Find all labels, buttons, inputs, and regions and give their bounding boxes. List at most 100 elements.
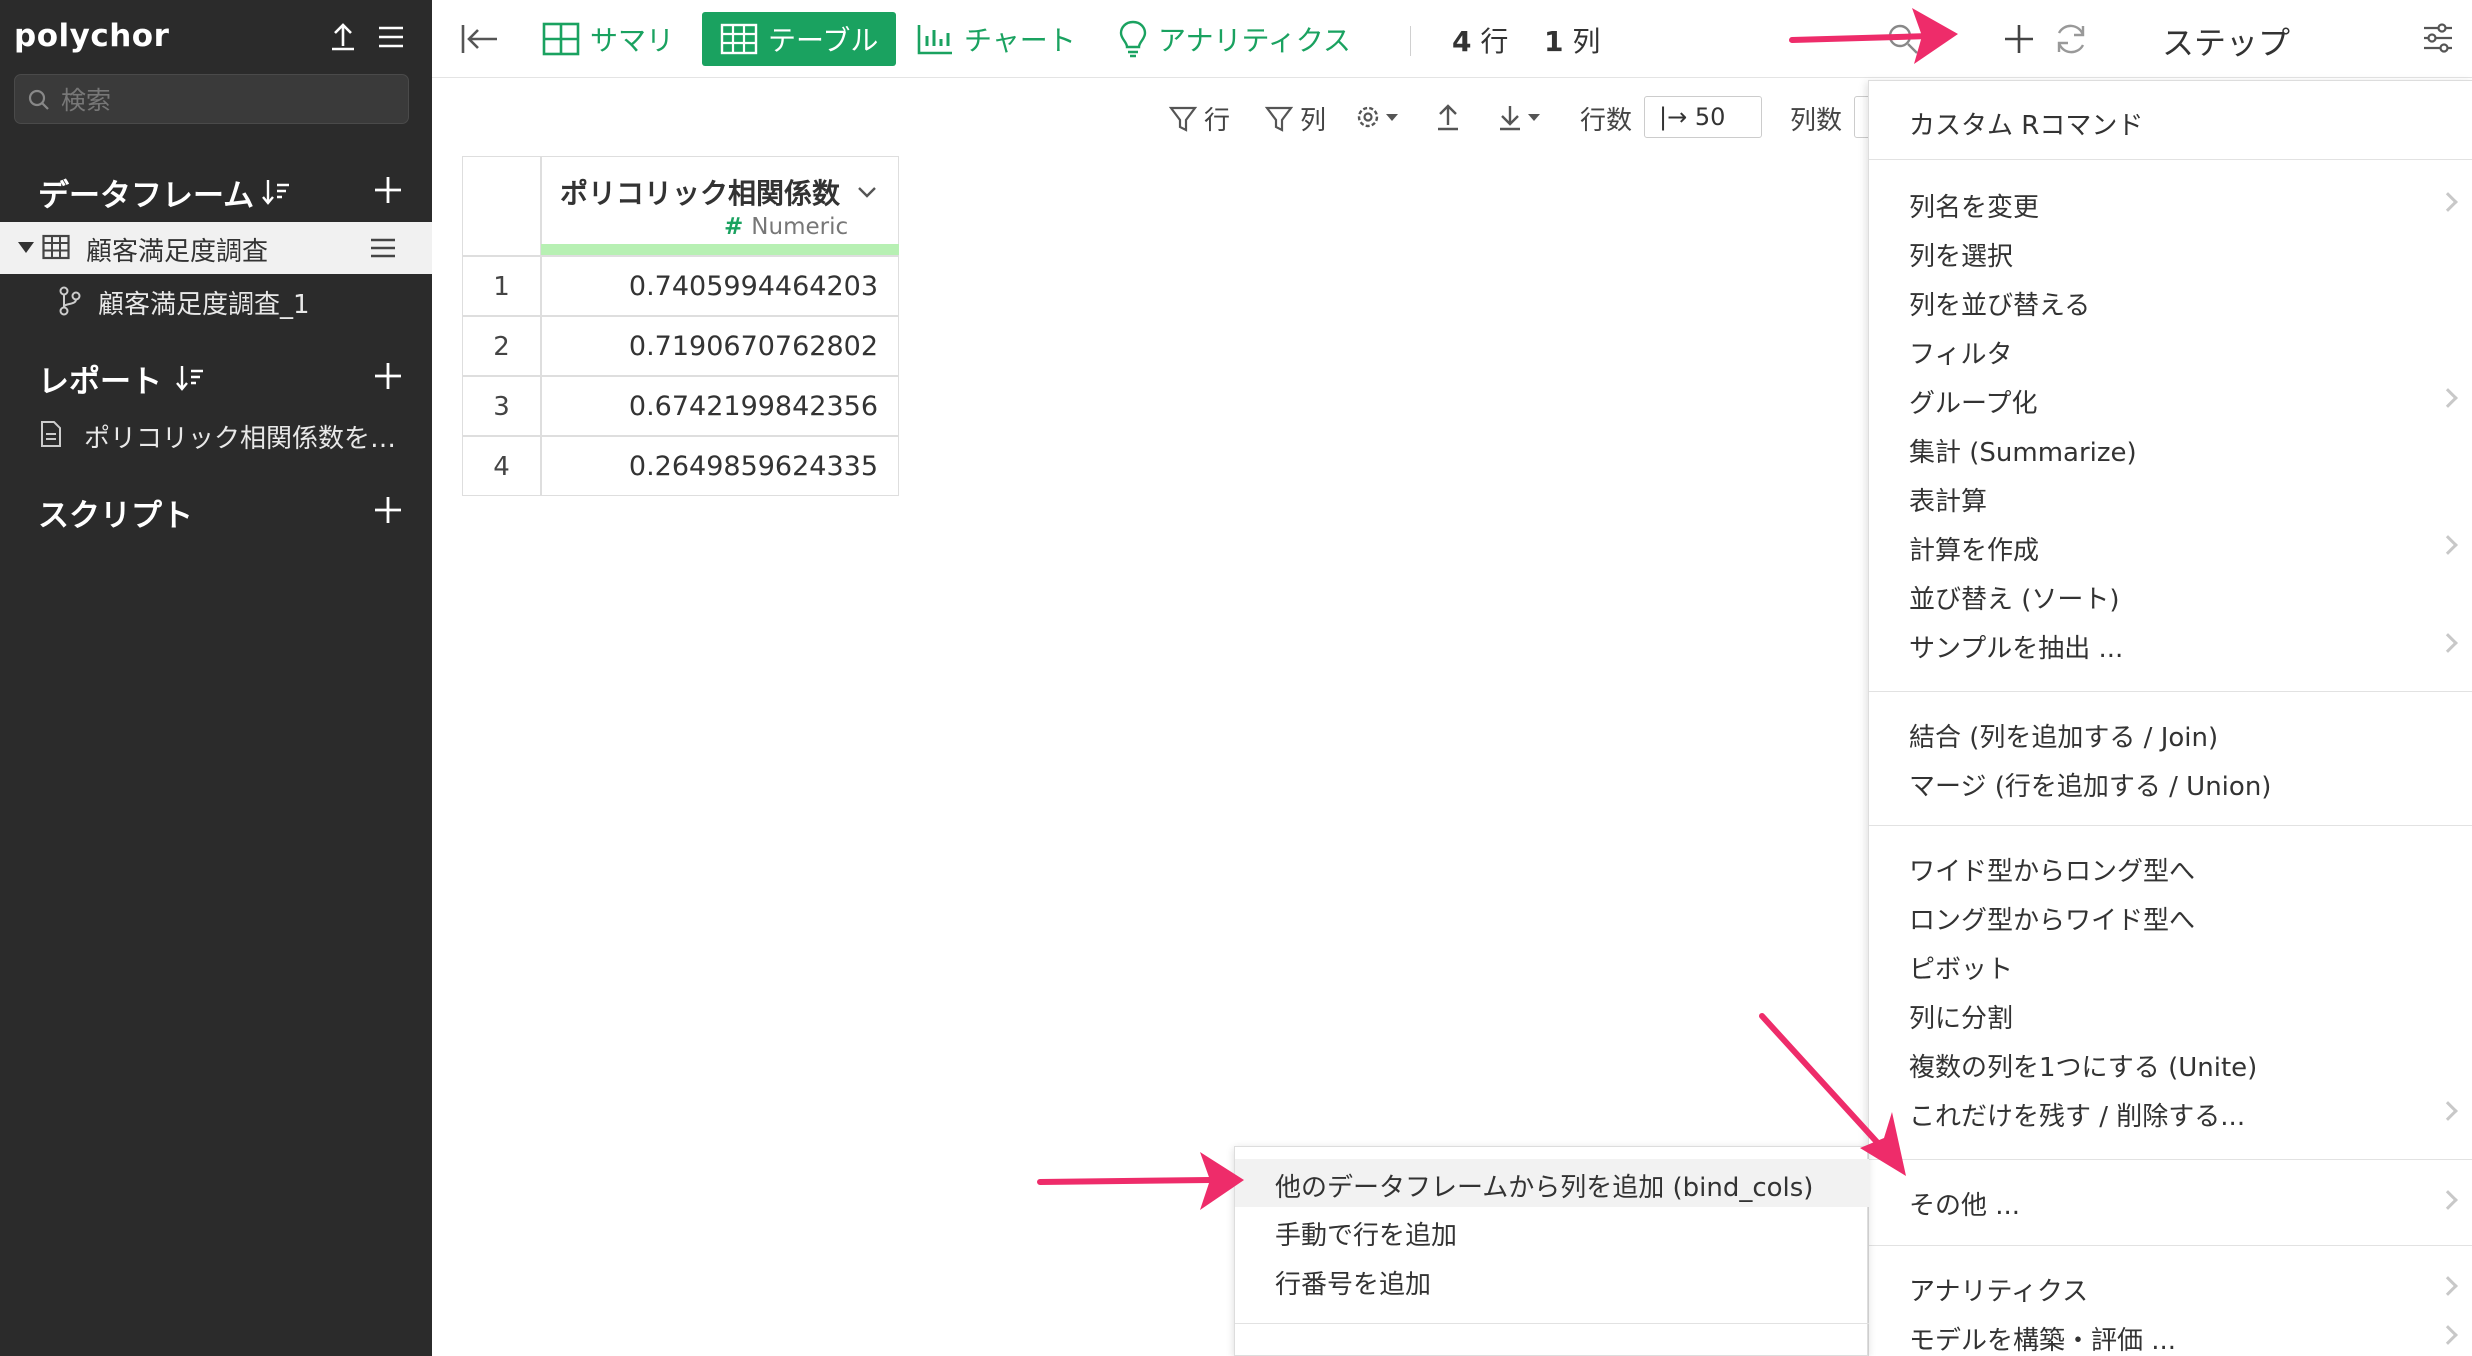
rows-input[interactable]: |→ 50: [1644, 96, 1762, 138]
add-dataframe-icon[interactable]: [372, 174, 404, 206]
filter-rows-button[interactable]: 行: [1168, 100, 1230, 137]
chevron-right-icon: [2438, 633, 2458, 653]
row-number: 2: [462, 316, 541, 376]
menu-item-other[interactable]: その他 ...: [1909, 1185, 2020, 1222]
menu-item-model[interactable]: モデルを構築・評価 ...: [1909, 1320, 2176, 1356]
sidebar-search[interactable]: [14, 74, 409, 124]
tab-summary[interactable]: サマリ: [542, 12, 674, 66]
menu-divider: [1869, 691, 2472, 692]
menu-divider: [1869, 1245, 2472, 1246]
collapse-sidebar-icon[interactable]: [460, 22, 500, 56]
rows-label: 行数: [1580, 106, 1633, 136]
branch-item[interactable]: 顧客満足度調査_1: [0, 274, 432, 326]
menu-item-wide-to-long[interactable]: ワイド型からロング型へ: [1909, 851, 2195, 888]
menu-divider: [1869, 825, 2472, 826]
column-count-unit: 列: [1572, 25, 1601, 58]
refresh-icon[interactable]: [2052, 20, 2090, 58]
menu-divider: [1869, 159, 2472, 160]
sidebar-header: polychor: [0, 0, 432, 76]
menu-item-keep-remove[interactable]: これだけを残す / 削除する...: [1909, 1096, 2245, 1133]
filter-icon: [1168, 106, 1198, 132]
submenu-item-add-rows[interactable]: 手動で行を追加: [1275, 1215, 1457, 1252]
steps-title: ステップ: [2162, 24, 2291, 62]
row-count: 4 行: [1452, 20, 1508, 60]
menu-item-split[interactable]: 列に分割: [1909, 998, 2013, 1035]
chevron-right-icon: [2438, 1276, 2458, 1296]
reports-heading: レポート: [38, 364, 162, 400]
search-icon[interactable]: [1884, 20, 1922, 58]
menu-item-table-calc[interactable]: 表計算: [1909, 481, 1987, 518]
chevron-right-icon: [2438, 1325, 2458, 1345]
dataframe-item[interactable]: 顧客満足度調査: [0, 222, 432, 274]
add-script-icon[interactable]: [372, 494, 404, 526]
upload-icon[interactable]: [326, 20, 360, 54]
dataframe-item-label: 顧客満足度調査: [86, 237, 269, 267]
menu-item-long-to-wide[interactable]: ロング型からワイド型へ: [1909, 900, 2195, 937]
filter-rows-label: 行: [1204, 106, 1231, 136]
app-title: polychor: [14, 18, 170, 54]
chevron-right-icon: [2438, 1101, 2458, 1121]
column-distribution-bar: [541, 244, 899, 255]
menu-item-group[interactable]: グループ化: [1909, 383, 2037, 420]
table-cell[interactable]: 0.6742199842356: [541, 376, 899, 436]
row-number: 1: [462, 256, 541, 316]
row-number: 4: [462, 436, 541, 496]
menu-item-reorder[interactable]: 列を並び替える: [1909, 285, 2090, 322]
menu-item-join[interactable]: 結合 (列を追加する / Join): [1909, 717, 2218, 754]
settings-sliders-icon[interactable]: [2420, 20, 2456, 56]
table-cell[interactable]: 0.7405994464203: [541, 256, 899, 316]
menu-item-rename[interactable]: 列名を変更: [1909, 187, 2039, 224]
download-dropdown-icon[interactable]: [1496, 102, 1546, 132]
menu-item-custom-r[interactable]: カスタム Rコマンド: [1909, 105, 2143, 142]
filter-columns-button[interactable]: 列: [1264, 100, 1326, 137]
menu-item-sample[interactable]: サンプルを抽出 ...: [1909, 628, 2123, 665]
add-step-icon[interactable]: [2000, 20, 2038, 58]
summary-icon: [542, 22, 580, 56]
table-cell[interactable]: 0.7190670762802: [541, 316, 899, 376]
menu-item-analytics[interactable]: アナリティクス: [1909, 1271, 2088, 1308]
row-number: 3: [462, 376, 541, 436]
row-header-corner: [462, 156, 541, 256]
report-item[interactable]: ポリコリック相関係数を…: [0, 408, 432, 460]
menu-item-unite[interactable]: 複数の列を1つにする (Unite): [1909, 1047, 2257, 1084]
tab-table-label: テーブル: [768, 24, 879, 57]
columns-label: 列数: [1790, 106, 1843, 136]
menu-item-select[interactable]: 列を選択: [1909, 236, 2013, 273]
table-cell[interactable]: 0.2649859624335: [541, 436, 899, 496]
tab-table[interactable]: テーブル: [702, 12, 897, 66]
submenu-item-bind-cols[interactable]: 他のデータフレームから列を追加 (bind_cols): [1275, 1167, 1813, 1204]
hamburger-menu-icon[interactable]: [374, 20, 408, 54]
column-type-label: Numeric: [751, 214, 849, 240]
add-step-menu: カスタム Rコマンド 列名を変更 列を選択 列を並び替える フィルタ グループ化…: [1868, 80, 2472, 1356]
sidebar: polychor データフレーム 顧客満足度調査: [0, 0, 432, 1356]
column-count: 1 列: [1544, 20, 1600, 60]
search-input[interactable]: [61, 83, 391, 117]
chevron-right-icon: [2438, 192, 2458, 212]
other-submenu: 他のデータフレームから列を追加 (bind_cols) 手動で行を追加 行番号を…: [1234, 1146, 1869, 1356]
tab-analytics[interactable]: アナリティクス: [1118, 12, 1351, 66]
upload-icon[interactable]: [1434, 102, 1462, 132]
dataframe-menu-icon[interactable]: [368, 234, 398, 262]
column-count-value: 1: [1544, 25, 1564, 58]
tab-chart[interactable]: チャート: [916, 12, 1076, 66]
menu-item-sort[interactable]: 並び替え (ソート): [1909, 579, 2120, 616]
gear-dropdown-icon[interactable]: [1354, 102, 1404, 132]
row-count-value: 4: [1452, 25, 1472, 58]
menu-item-filter[interactable]: フィルタ: [1909, 334, 2012, 371]
filter-columns-label: 列: [1300, 106, 1327, 136]
arrow-to-bind-cols: [1037, 1152, 1244, 1210]
collapse-triangle-icon[interactable]: [18, 242, 34, 253]
toolbar-divider: [1410, 26, 1411, 56]
add-report-icon[interactable]: [372, 360, 404, 392]
dataframes-heading: データフレーム: [38, 178, 255, 214]
main-toolbar: サマリ テーブル チャート アナリティクス 4 行 1 列 ステップ: [432, 0, 2472, 78]
menu-item-create-calc[interactable]: 計算を作成: [1909, 530, 2039, 567]
menu-item-pivot[interactable]: ピボット: [1909, 949, 2013, 986]
menu-item-union[interactable]: マージ (行を追加する / Union): [1909, 766, 2271, 803]
sort-icon[interactable]: [260, 176, 292, 208]
report-sort-icon[interactable]: [174, 362, 206, 394]
submenu-item-add-row-numbers[interactable]: 行番号を追加: [1275, 1264, 1431, 1301]
menu-item-summarize[interactable]: 集計 (Summarize): [1909, 432, 2137, 469]
numeric-type-icon: #: [724, 214, 744, 240]
chevron-down-icon[interactable]: [856, 184, 878, 200]
